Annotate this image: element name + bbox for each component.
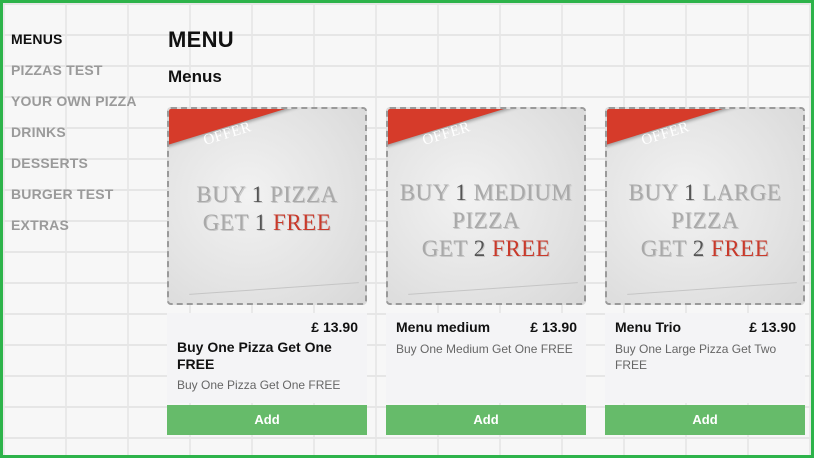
sidebar-item-your-own-pizza[interactable]: YOUR OWN PIZZA — [11, 91, 161, 122]
menu-card: OFFER BUY 1 PIZZA GET 1 FREE £ 13.90 Buy… — [167, 107, 367, 435]
menu-card: OFFER BUY 1 LARGE PIZZA GET 2 FREE Menu … — [605, 107, 805, 435]
item-description: Buy One Pizza Get One FREE — [177, 378, 341, 392]
item-name: Menu Trio — [615, 319, 682, 335]
card-details: £ 13.90 Buy One Pizza Get One FREE Buy O… — [167, 313, 367, 403]
card-details: Menu medium £ 13.90 Buy One Medium Get O… — [386, 313, 586, 403]
sidebar-item-drinks[interactable]: DRINKS — [11, 122, 161, 153]
sidebar-item-pizzas-test[interactable]: PIZZAS TEST — [11, 60, 161, 91]
texture-crack — [627, 282, 797, 295]
sidebar-item-menus[interactable]: MENUS — [11, 29, 161, 60]
offer-headline: BUY 1 PIZZA GET 1 FREE — [196, 182, 338, 235]
offer-headline: BUY 1 LARGE PIZZA GET 2 FREE — [628, 180, 782, 261]
app-frame: MENUS PIZZAS TEST YOUR OWN PIZZA DRINKS … — [0, 0, 814, 458]
card-details: Menu Trio £ 13.90 Buy One Large Pizza Ge… — [605, 313, 805, 403]
page-title: MENU — [168, 27, 234, 52]
section-title: Menus — [168, 67, 222, 86]
sidebar-item-burger-test[interactable]: BURGER TEST — [11, 184, 161, 215]
item-name: Buy One Pizza Get One FREE — [177, 339, 332, 372]
menu-card: OFFER BUY 1 MEDIUM PIZZA GET 2 FREE Menu… — [386, 107, 586, 435]
offer-ribbon — [607, 109, 803, 148]
add-button[interactable]: Add — [386, 405, 586, 435]
offer-image[interactable]: OFFER BUY 1 LARGE PIZZA GET 2 FREE — [605, 107, 805, 305]
add-button[interactable]: Add — [605, 405, 805, 435]
offer-image[interactable]: OFFER BUY 1 MEDIUM PIZZA GET 2 FREE — [386, 107, 586, 305]
item-price: £ 13.90 — [530, 319, 577, 335]
sidebar-item-desserts[interactable]: DESSERTS — [11, 153, 161, 184]
add-button[interactable]: Add — [167, 405, 367, 435]
item-description: Buy One Large Pizza Get Two FREE — [615, 342, 777, 372]
sidebar-item-extras[interactable]: EXTRAS — [11, 215, 161, 246]
offer-ribbon — [388, 109, 584, 148]
texture-crack — [189, 282, 359, 295]
item-name: Menu medium — [396, 319, 491, 335]
category-sidebar: MENUS PIZZAS TEST YOUR OWN PIZZA DRINKS … — [11, 29, 161, 246]
offer-headline: BUY 1 MEDIUM PIZZA GET 2 FREE — [399, 180, 573, 261]
item-price: £ 13.90 — [311, 319, 358, 335]
offer-ribbon — [169, 109, 365, 148]
offer-image[interactable]: OFFER BUY 1 PIZZA GET 1 FREE — [167, 107, 367, 305]
texture-crack — [408, 282, 578, 295]
item-price: £ 13.90 — [749, 319, 796, 335]
item-description: Buy One Medium Get One FREE — [396, 342, 573, 356]
